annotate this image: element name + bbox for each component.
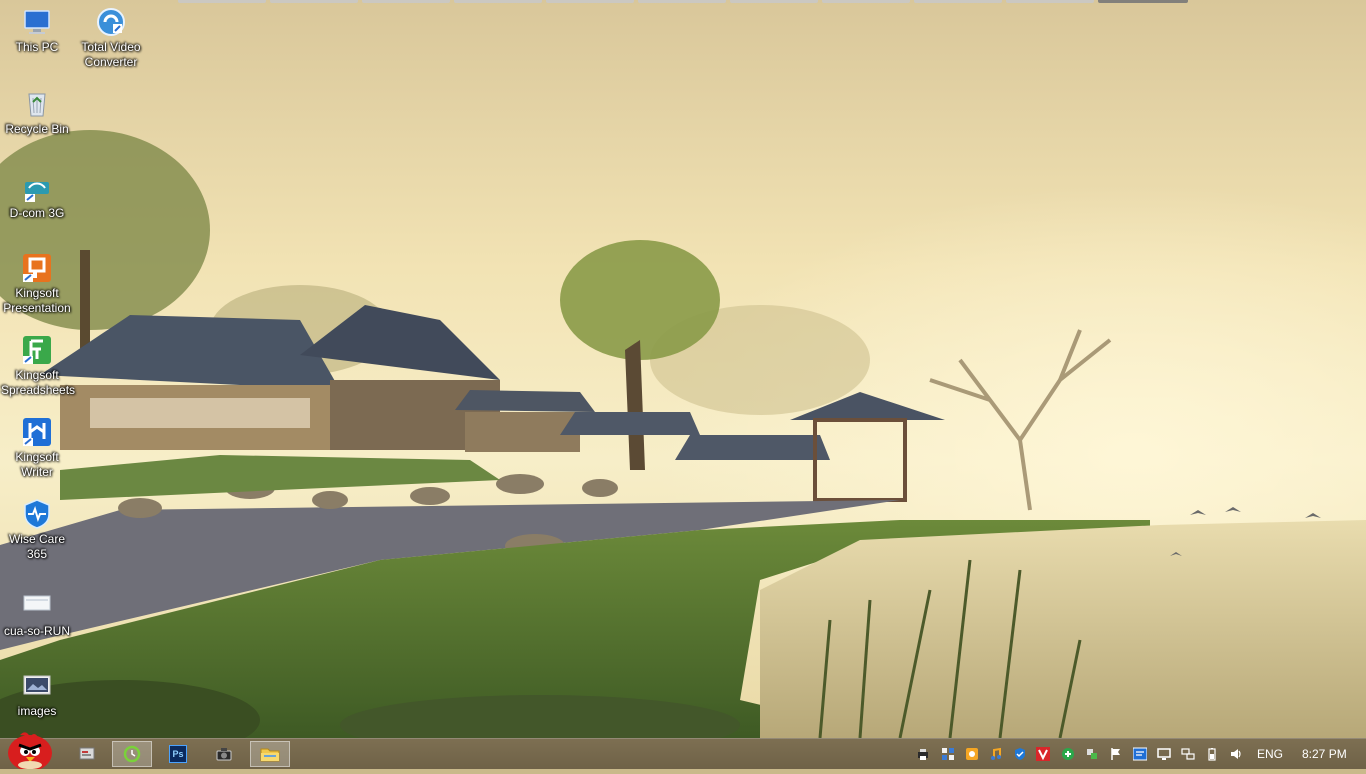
photoshop-icon: Ps — [169, 745, 187, 763]
top-tab[interactable] — [730, 0, 818, 3]
desktop-icon-label: Recycle Bin — [5, 122, 69, 136]
camera-icon — [216, 748, 232, 761]
image-file-icon — [21, 670, 53, 702]
desktop-icon-this-pc[interactable]: This PC — [1, 6, 73, 55]
folder-icon — [260, 748, 280, 762]
desktop-icon-label: D-com 3G — [9, 206, 65, 220]
desktop-icon-label: Wise Care 365 — [8, 532, 65, 561]
desktop-icon-wise-care-365[interactable]: Wise Care 365 — [1, 498, 73, 562]
photoshop-icon-text: Ps — [172, 749, 184, 759]
top-tab[interactable] — [362, 0, 450, 3]
taskbar-app-2[interactable] — [112, 741, 152, 767]
taskbar-app-camera[interactable] — [204, 741, 244, 767]
desktop-icon-kingsoft-spreadsheets[interactable]: Kingsoft Spreadsheets — [1, 334, 76, 398]
top-tab[interactable] — [178, 0, 266, 3]
taskbar-app-1[interactable] — [67, 741, 107, 767]
top-tab[interactable] — [270, 0, 358, 3]
battery-icon[interactable] — [1205, 747, 1219, 761]
green-app-icon[interactable] — [1061, 747, 1075, 761]
top-tab-strip — [0, 0, 1366, 4]
desktop-icon-dcom-3g[interactable]: D-com 3G — [1, 172, 73, 221]
desktop-icon-images[interactable]: images — [1, 670, 73, 719]
desktop-icon-kingsoft-presentation[interactable]: Kingsoft Presentation — [1, 252, 73, 316]
taskbar: Ps ENG 8:27 PM — [0, 732, 1366, 771]
start-button[interactable] — [4, 729, 56, 771]
kingsoft-spreadsheets-icon — [21, 334, 53, 366]
desktop-icon-label: Kingsoft Writer — [15, 450, 59, 479]
desktop-wallpaper — [0, 0, 1366, 768]
shortcut-file-icon — [21, 590, 53, 622]
desktop-icon-label: Kingsoft Presentation — [3, 286, 71, 315]
desktop-icon-total-video-converter[interactable]: Total Video Converter — [75, 6, 147, 70]
grid-icon[interactable] — [941, 747, 955, 761]
desktop-icon-label: Kingsoft Spreadsheets — [1, 368, 76, 397]
v-app-icon[interactable] — [1036, 747, 1050, 761]
desktop-icon-label: Total Video Converter — [81, 40, 141, 69]
angry-bird-start-icon — [8, 732, 52, 771]
shield-icon[interactable] — [1013, 747, 1027, 761]
dcom-3g-icon — [21, 172, 53, 204]
orange-app-icon[interactable] — [965, 747, 979, 761]
top-tab-active[interactable] — [1098, 0, 1188, 3]
kingsoft-presentation-icon — [21, 252, 53, 284]
network-wired-icon[interactable] — [1181, 747, 1195, 761]
wise-care-365-icon — [21, 498, 53, 530]
desktop-icon-label: cua-so-RUN — [3, 624, 70, 638]
desktop-icon-label: This PC — [15, 40, 59, 54]
input-language-indicator[interactable]: ENG — [1257, 747, 1283, 761]
volume-icon[interactable] — [1229, 747, 1243, 761]
desktop-icon-kingsoft-writer[interactable]: Kingsoft Writer — [1, 416, 73, 480]
top-tab[interactable] — [638, 0, 726, 3]
desktop-icon-recycle-bin[interactable]: Recycle Bin — [1, 88, 73, 137]
this-pc-icon — [21, 6, 53, 38]
taskbar-app-icon — [79, 747, 95, 760]
top-tab[interactable] — [822, 0, 910, 3]
kingsoft-writer-icon — [21, 416, 53, 448]
flag-icon[interactable] — [1109, 747, 1123, 761]
monitor-icon[interactable] — [1157, 747, 1171, 761]
desktop-icon-label: images — [17, 704, 57, 718]
total-video-converter-icon — [95, 6, 127, 38]
printer-icon[interactable] — [916, 747, 930, 761]
music-icon[interactable] — [989, 747, 1003, 761]
green-circle-app-icon — [123, 745, 141, 763]
network-icon[interactable] — [1085, 747, 1099, 761]
taskbar-app-photoshop[interactable]: Ps — [158, 741, 198, 767]
top-tab[interactable] — [914, 0, 1002, 3]
recycle-bin-icon — [21, 88, 53, 120]
desktop-icon-cua-so-run[interactable]: cua-so-RUN — [1, 590, 73, 639]
blue-app-icon[interactable] — [1133, 747, 1147, 761]
top-tab[interactable] — [1006, 0, 1094, 3]
top-tab[interactable] — [546, 0, 634, 3]
top-tab[interactable] — [454, 0, 542, 3]
taskbar-app-file-explorer[interactable] — [250, 741, 290, 767]
taskbar-clock[interactable]: 8:27 PM — [1302, 747, 1347, 761]
